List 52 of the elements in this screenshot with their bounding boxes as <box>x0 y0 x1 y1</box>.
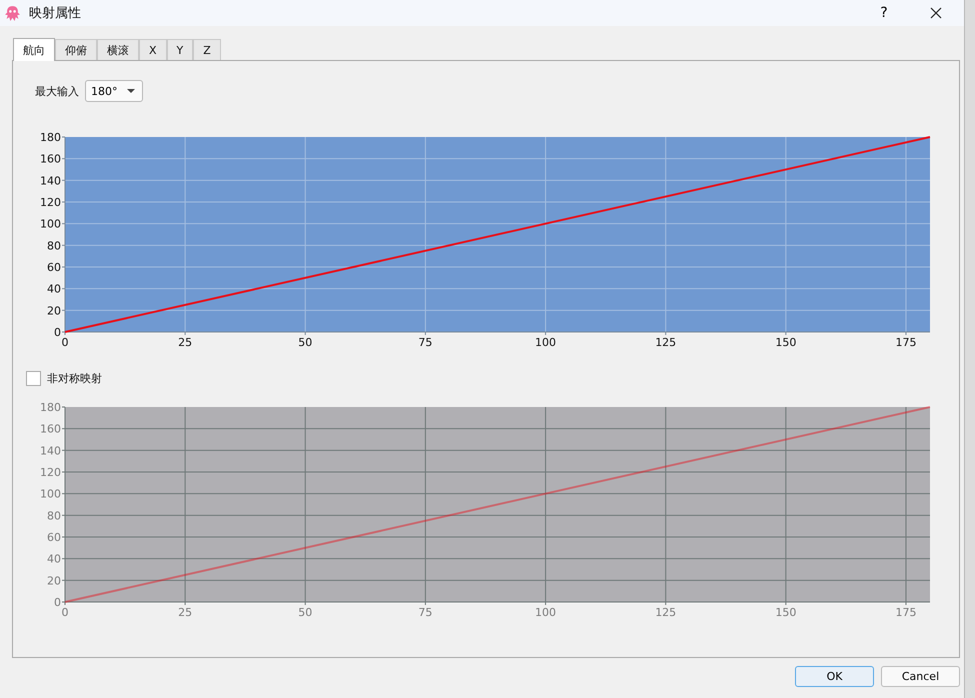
y-tick-label: 40 <box>47 282 61 296</box>
dialog-button[interactable]: Cancel <box>881 666 960 687</box>
x-tick-label: 25 <box>178 606 192 619</box>
x-tick-label: 175 <box>895 606 916 619</box>
y-tick-label: 20 <box>47 574 61 588</box>
y-tick-label: 160 <box>40 422 61 436</box>
y-tick-label: 120 <box>40 196 61 209</box>
y-tick-label: 40 <box>47 552 61 566</box>
y-tick-label: 160 <box>40 152 61 166</box>
tab[interactable]: X <box>139 39 167 60</box>
x-tick-label: 100 <box>535 606 556 619</box>
y-tick-label: 120 <box>40 466 61 479</box>
max-input-dropdown[interactable]: 180° <box>85 80 142 102</box>
x-tick-label: 0 <box>62 606 68 619</box>
y-tick-label: 80 <box>47 239 61 252</box>
y-tick-label: 140 <box>40 174 61 188</box>
tab[interactable]: Z <box>193 39 221 60</box>
x-tick-label: 150 <box>775 606 796 619</box>
app-icon <box>4 4 21 22</box>
y-tick-label: 180 <box>40 131 61 144</box>
y-tick-label: 60 <box>47 261 61 274</box>
y-tick-label: 20 <box>47 304 61 318</box>
max-input-label: 最大输入 <box>35 84 79 98</box>
close-icon <box>930 7 942 19</box>
tab[interactable]: 航向 <box>13 38 55 61</box>
y-tick-label: 180 <box>40 401 61 414</box>
x-tick-label: 175 <box>895 336 916 349</box>
tab[interactable]: Y <box>166 39 194 60</box>
window-title: 映射属性 <box>29 5 81 22</box>
x-tick-label: 150 <box>775 336 796 349</box>
y-tick-label: 0 <box>54 596 61 609</box>
x-tick-label: 25 <box>178 336 192 349</box>
x-tick-label: 75 <box>418 606 432 619</box>
x-tick-label: 125 <box>655 336 676 349</box>
y-tick-label: 140 <box>40 444 61 458</box>
x-tick-label: 75 <box>418 336 432 349</box>
y-tick-label: 100 <box>40 218 61 231</box>
caret-icon <box>126 89 134 93</box>
help-button[interactable]: ? <box>864 0 904 26</box>
y-tick-label: 100 <box>40 488 61 501</box>
asymmetric-checkbox[interactable]: 非对称映射 <box>26 371 959 386</box>
y-tick-label: 80 <box>47 509 61 522</box>
x-tick-label: 125 <box>655 606 676 619</box>
x-tick-label: 0 <box>62 336 68 349</box>
y-tick-label: 60 <box>47 531 61 544</box>
tab[interactable]: 仰俯 <box>55 39 97 60</box>
tab[interactable]: 横滚 <box>97 39 139 60</box>
x-tick-label: 100 <box>535 336 556 349</box>
x-tick-label: 50 <box>298 336 312 349</box>
x-tick-label: 50 <box>298 606 312 619</box>
y-tick-label: 0 <box>54 326 61 339</box>
dialog-button[interactable]: OK <box>795 666 874 687</box>
